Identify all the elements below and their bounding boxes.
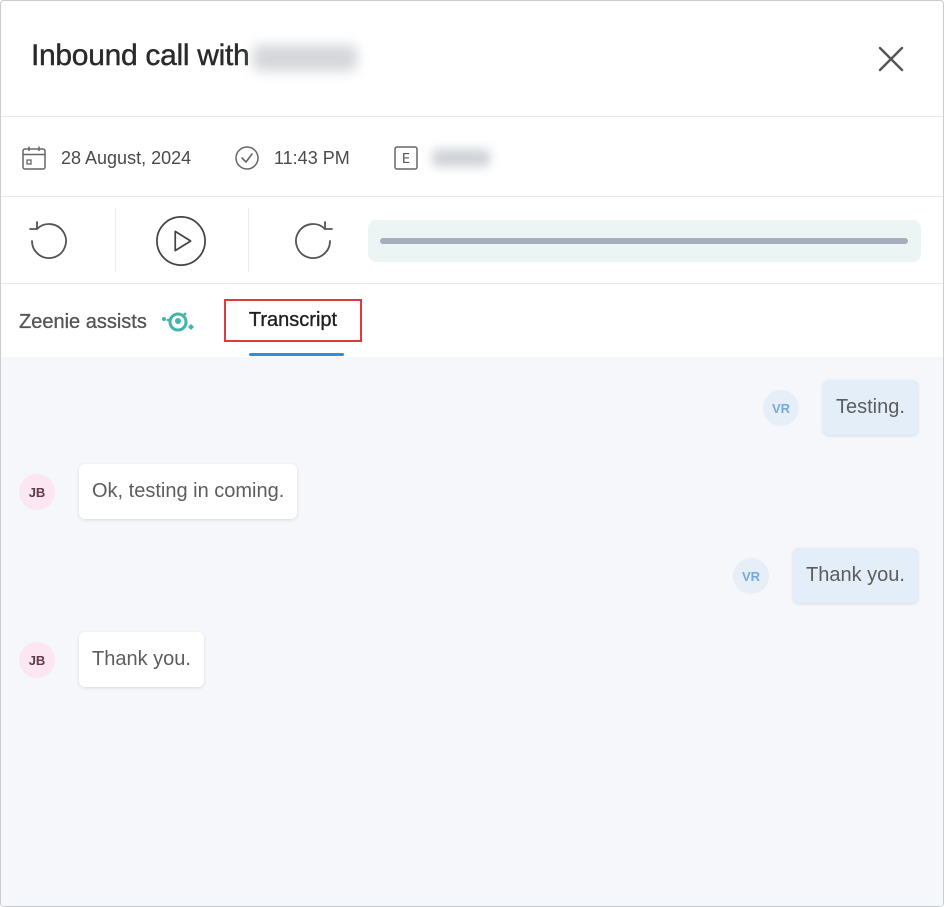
dialog-header: Inbound call with: [1, 1, 943, 117]
transcript-panel: VR Testing. JB Ok, testing in coming. VR…: [1, 357, 943, 906]
playback-progress-bar[interactable]: [380, 238, 908, 244]
call-time: 11:43 PM: [234, 144, 350, 172]
avatar-initials: VR: [771, 400, 791, 416]
title-wrap: Inbound call with: [31, 39, 358, 73]
avatar-initials: JB: [28, 652, 46, 668]
player-divider: [115, 208, 116, 272]
avatar-initials: VR: [741, 568, 761, 584]
message-text: Thank you.: [92, 648, 191, 670]
call-agent: E: [394, 144, 490, 172]
agent-initial-icon: E: [394, 146, 418, 170]
avatar: JB: [19, 642, 55, 678]
message-text: Thank you.: [806, 564, 905, 586]
message-bubble: Thank you.: [793, 548, 918, 603]
play-button[interactable]: [155, 215, 207, 267]
call-date-text: 28 August, 2024: [61, 147, 192, 168]
play-icon: [156, 216, 206, 266]
zeenie-bot-icon: [161, 312, 194, 332]
forward-icon: [295, 221, 333, 259]
audio-player: [1, 198, 943, 284]
calendar-icon: [22, 146, 46, 170]
tab-transcript[interactable]: Transcript: [224, 299, 362, 342]
call-meta-row: 28 August, 2024 11:43 PM E: [1, 118, 943, 197]
call-details-dialog: Inbound call with 28 August, 2024 11:43 …: [0, 0, 944, 907]
close-button[interactable]: [871, 39, 911, 79]
tab-zeenie-assists[interactable]: Zeenie assists: [19, 309, 197, 335]
avatar: JB: [19, 474, 55, 510]
active-tab-indicator: [249, 353, 344, 356]
message-bubble: Ok, testing in coming.: [79, 464, 298, 519]
player-divider: [248, 208, 249, 272]
message-bubble: Testing.: [823, 380, 918, 435]
redacted-agent-name: [432, 149, 490, 167]
message-text: Ok, testing in coming.: [92, 480, 285, 502]
call-date: 28 August, 2024: [21, 144, 191, 172]
tab-zeenie-label: Zeenie assists: [19, 310, 147, 333]
close-icon: [878, 46, 904, 72]
tab-transcript-label: Transcript: [248, 309, 338, 331]
avatar: VR: [763, 390, 799, 426]
avatar-initials: JB: [28, 484, 46, 500]
tab-bar: Zeenie assists Transcript: [1, 285, 943, 357]
agent-initial-letter: E: [402, 152, 410, 167]
forward-button[interactable]: [288, 215, 340, 267]
rewind-button[interactable]: [22, 215, 74, 267]
rewind-icon: [29, 221, 67, 259]
dialog-title: Inbound call with: [31, 39, 250, 72]
message-text: Testing.: [836, 396, 905, 418]
call-time-text: 11:43 PM: [274, 147, 350, 168]
avatar: VR: [733, 558, 769, 594]
message-bubble: Thank you.: [79, 632, 204, 687]
redacted-caller-name: [253, 45, 358, 71]
clock-icon: [235, 146, 259, 170]
playback-track[interactable]: [368, 220, 921, 262]
